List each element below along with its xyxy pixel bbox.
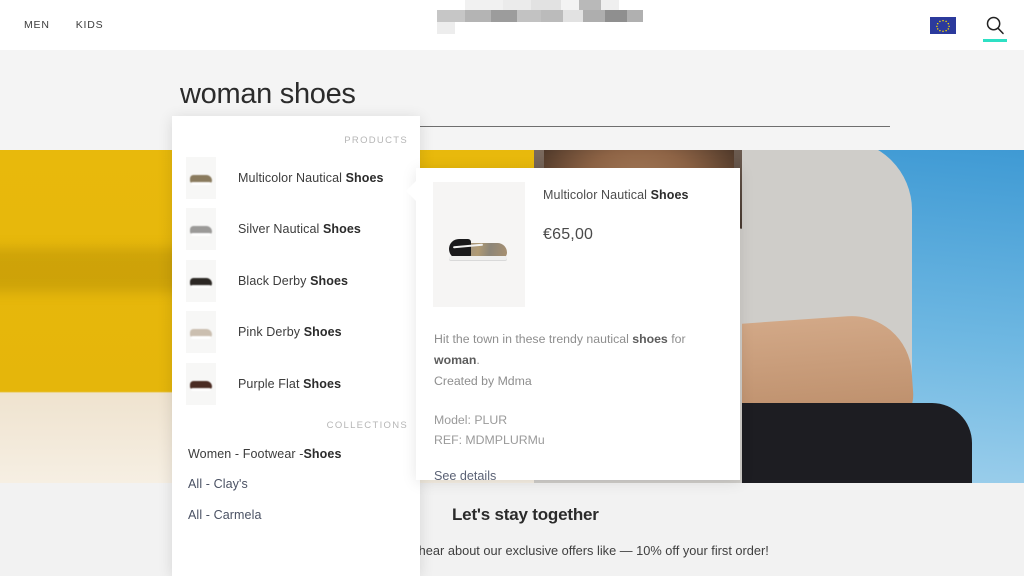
eu-stars bbox=[936, 19, 950, 32]
header-actions bbox=[930, 0, 1008, 50]
collection-result-item[interactable]: All - Clay's bbox=[188, 469, 420, 500]
preview-ref: REF: MDMPLURMu bbox=[434, 433, 545, 447]
preview-product-title: Multicolor Nautical Shoes bbox=[543, 188, 689, 202]
products-result-list: Multicolor Nautical Shoes Silver Nautica… bbox=[172, 152, 420, 410]
product-thumbnail bbox=[186, 311, 216, 354]
nav-link-kids[interactable]: KIDS bbox=[76, 19, 104, 31]
preview-pointer-notch bbox=[406, 180, 417, 202]
see-details-link[interactable]: See details bbox=[434, 469, 740, 483]
search-active-indicator bbox=[983, 39, 1007, 42]
product-thumbnail bbox=[186, 156, 216, 199]
hero-model-pants bbox=[742, 403, 972, 483]
newsletter-title: Let's stay together bbox=[452, 505, 599, 524]
product-thumbnail bbox=[186, 208, 216, 251]
hero-image-sky bbox=[742, 150, 1024, 483]
product-result-item[interactable]: Multicolor Nautical Shoes bbox=[186, 152, 420, 204]
search-icon bbox=[986, 16, 1004, 35]
nav-link-men[interactable]: MEN bbox=[24, 19, 50, 31]
eu-flag-icon[interactable] bbox=[930, 16, 956, 34]
product-result-item[interactable]: Silver Nautical Shoes bbox=[186, 204, 420, 256]
product-result-item[interactable]: Black Derby Shoes bbox=[186, 255, 420, 307]
preview-info: Multicolor Nautical Shoes €65,00 bbox=[525, 182, 689, 307]
newsletter-subtitle: o hear about our exclusive offers like —… bbox=[408, 543, 769, 558]
newsletter-section: Let's stay together o hear about our exc… bbox=[0, 483, 1024, 576]
product-thumbnail bbox=[186, 259, 216, 302]
preview-product-description: Hit the town in these trendy nautical sh… bbox=[434, 332, 686, 388]
product-result-label: Multicolor Nautical Shoes bbox=[238, 170, 384, 185]
product-result-label: Silver Nautical Shoes bbox=[238, 222, 361, 237]
collections-result-list: Women - Footwear - Shoes All - Clay's Al… bbox=[172, 439, 420, 531]
collections-section-label: COLLECTIONS bbox=[326, 419, 408, 431]
product-result-item[interactable]: Pink Derby Shoes bbox=[186, 307, 420, 359]
primary-nav: MEN KIDS bbox=[24, 0, 103, 50]
product-result-label: Purple Flat Shoes bbox=[238, 376, 342, 391]
products-section-label: PRODUCTS bbox=[344, 135, 408, 146]
store-logo-blurred[interactable] bbox=[437, 0, 643, 42]
preview-header: Multicolor Nautical Shoes €65,00 bbox=[416, 168, 740, 307]
search-results-panel: PRODUCTS Multicolor Nautical Shoes Silve… bbox=[172, 116, 420, 576]
collection-result-item[interactable]: All - Carmela bbox=[188, 500, 420, 531]
site-header: MEN KIDS bbox=[0, 0, 1024, 50]
search-toggle-button[interactable] bbox=[982, 8, 1008, 42]
collection-result-item[interactable]: Women - Footwear - Shoes bbox=[188, 439, 420, 470]
preview-creator: Created by Mdma bbox=[434, 374, 532, 388]
product-result-item[interactable]: Purple Flat Shoes bbox=[186, 358, 420, 410]
product-result-label: Pink Derby Shoes bbox=[238, 325, 342, 340]
product-preview-card: Multicolor Nautical Shoes €65,00 Hit the… bbox=[406, 168, 740, 483]
preview-product-image bbox=[433, 182, 525, 307]
product-result-label: Black Derby Shoes bbox=[238, 273, 349, 288]
preview-model: Model: PLUR bbox=[434, 413, 508, 427]
preview-product-price: €65,00 bbox=[543, 226, 594, 243]
product-thumbnail bbox=[186, 362, 216, 405]
preview-shoe-graphic bbox=[449, 237, 507, 260]
preview-product-meta: Model: PLUR REF: MDMPLURMu bbox=[434, 410, 740, 450]
